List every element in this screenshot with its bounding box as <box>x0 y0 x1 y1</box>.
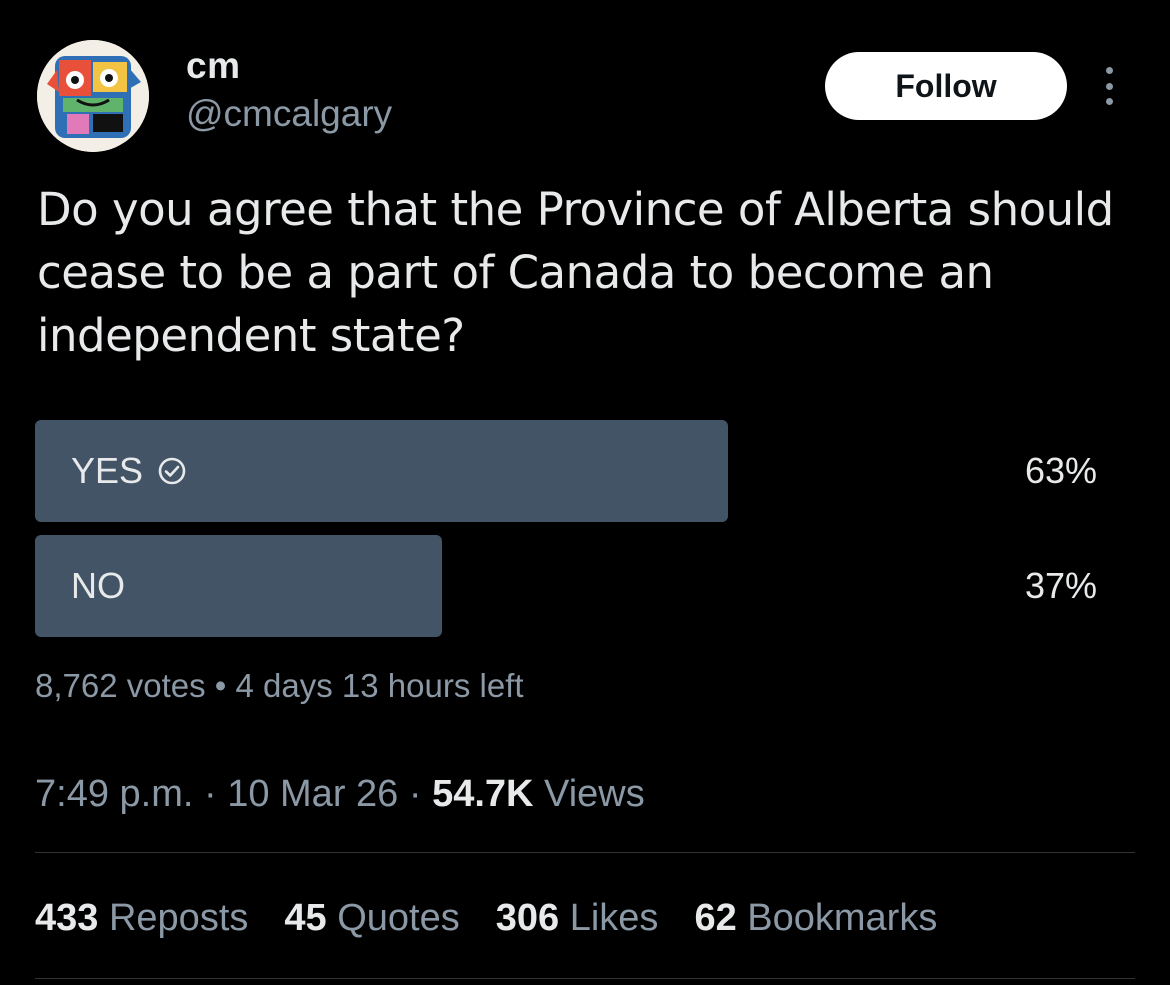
timestamp-separator: · <box>193 773 228 815</box>
tweet-time[interactable]: 7:49 p.m. <box>35 773 193 815</box>
stat-bookmarks[interactable]: 62 Bookmarks <box>694 892 937 944</box>
timestamp-separator: · <box>398 773 433 815</box>
stat-label: Reposts <box>108 897 249 939</box>
tweet-text: Do you agree that the Province of Albert… <box>37 183 1114 362</box>
avatar[interactable] <box>37 40 149 152</box>
poll-option-yes[interactable]: YES 63% <box>35 420 1097 522</box>
avatar-image <box>37 40 149 152</box>
tweet-timestamp-line: 7:49 p.m. · 10 Mar 26 · 54.7K Views <box>35 770 645 818</box>
stat-likes[interactable]: 306 Likes <box>496 892 659 944</box>
stat-count: 45 <box>284 897 327 939</box>
views-count: 54.7K <box>432 773 534 815</box>
divider <box>35 978 1135 979</box>
poll-label-yes-wrapper: YES <box>71 420 187 522</box>
stat-label: Bookmarks <box>747 897 938 939</box>
more-vertical-icon <box>1105 82 1113 90</box>
poll-label-no-wrapper: NO <box>71 535 125 637</box>
stat-label: Quotes <box>337 897 460 939</box>
poll-option-label: NO <box>71 565 125 606</box>
author-handle[interactable]: @cmcalgary <box>186 92 392 136</box>
more-vertical-icon <box>1105 98 1113 105</box>
poll-option-label: YES <box>71 450 144 491</box>
engagement-stats: 433 Reposts 45 Quotes 306 Likes 62 Bookm… <box>35 892 973 944</box>
stat-count: 62 <box>694 897 737 939</box>
poll-meta: 8,762 votes • 4 days 13 hours left <box>35 664 524 708</box>
views-label: Views <box>544 773 645 815</box>
poll-vote-count: 8,762 votes <box>35 667 206 704</box>
follow-button[interactable]: Follow <box>825 52 1067 120</box>
check-circle-icon <box>158 457 186 485</box>
author-display-name[interactable]: cm <box>186 44 240 88</box>
stat-reposts[interactable]: 433 Reposts <box>35 892 248 944</box>
divider <box>35 852 1135 853</box>
more-options-button[interactable] <box>1096 60 1122 112</box>
poll-option-percent: 63% <box>1024 450 1097 491</box>
stat-count: 433 <box>35 897 99 939</box>
poll-option-percent: 37% <box>1024 565 1097 606</box>
poll-option-no[interactable]: NO 37% <box>35 535 1097 637</box>
poll-meta-separator: • <box>205 667 236 704</box>
stat-count: 306 <box>495 897 560 939</box>
more-vertical-icon <box>1105 67 1113 74</box>
poll-time-left: 4 days 13 hours left <box>235 667 524 704</box>
stat-label: Likes <box>569 897 659 939</box>
tweet-date[interactable]: 10 Mar 26 <box>227 773 398 815</box>
stat-quotes[interactable]: 45 Quotes <box>284 892 459 944</box>
tweet-detail: cm @cmcalgary Follow Do you agree that t… <box>0 0 1170 985</box>
